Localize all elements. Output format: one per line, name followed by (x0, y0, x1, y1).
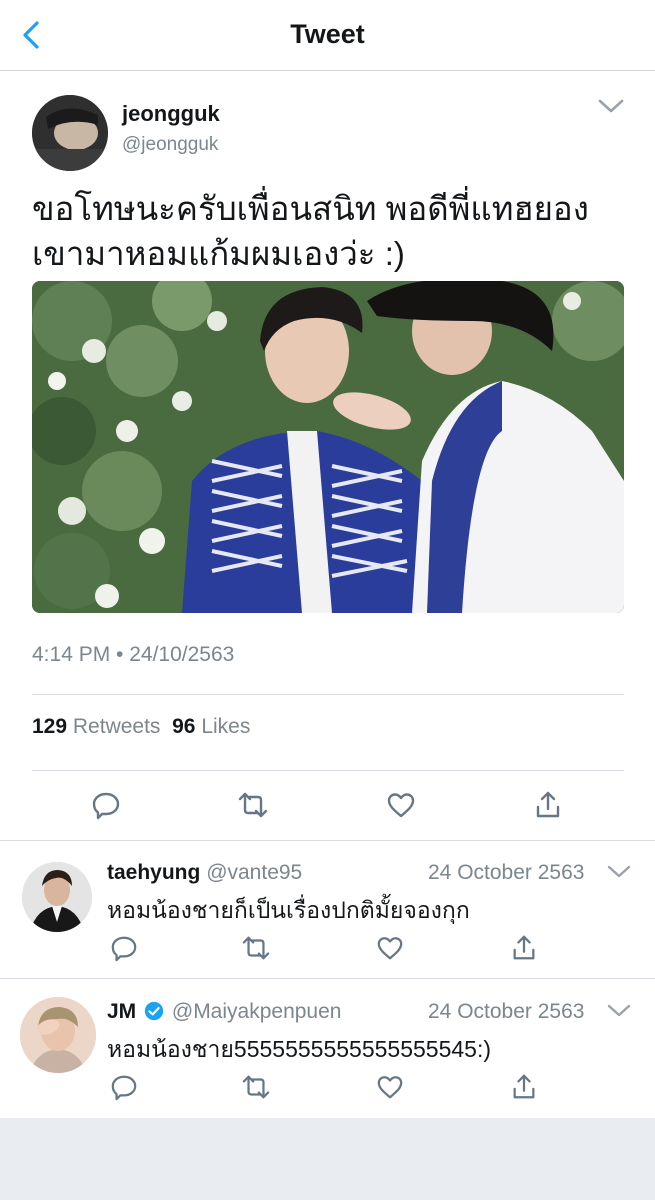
avatar-photo (32, 95, 108, 171)
author-handle[interactable]: @jeongguk (122, 134, 218, 156)
engagement-counts: 129 Retweets 96 Likes (32, 715, 250, 739)
reply-text: หอมน้องชาย5555555555555555545:) (107, 1036, 491, 1062)
share-button[interactable] (532, 789, 564, 821)
reply-icon (92, 792, 120, 820)
avatar-photo (20, 997, 96, 1073)
retweet-button[interactable] (240, 1071, 272, 1103)
retweets-link[interactable]: 129 Retweets (32, 715, 160, 738)
reply-button[interactable] (90, 789, 122, 821)
chevron-down-icon (607, 1004, 631, 1017)
share-icon (513, 1074, 535, 1099)
chevron-down-icon (607, 865, 631, 878)
chevron-down-icon (598, 99, 624, 113)
likes-link[interactable]: 96 Likes (172, 715, 250, 738)
share-button[interactable] (508, 932, 540, 964)
heart-icon (377, 1076, 403, 1099)
reply-avatar[interactable] (22, 862, 92, 932)
photo-illustration (32, 281, 624, 613)
reply-icon (111, 1075, 137, 1101)
retweet-button[interactable] (240, 932, 272, 964)
avatar-photo (22, 862, 92, 932)
likes-label: Likes (201, 715, 251, 738)
like-button[interactable] (374, 932, 406, 964)
reply-author-handle[interactable]: @vante95 (206, 861, 302, 884)
tweet-text: ขอโทษนะครับเพื่อนสนิท พอดีพี่แทฮยอง เขาม… (32, 186, 632, 276)
divider (0, 840, 655, 841)
share-button[interactable] (508, 1071, 540, 1103)
likes-count: 96 (172, 715, 196, 738)
share-icon (513, 935, 535, 960)
retweets-label: Retweets (72, 715, 161, 738)
reply-author-name[interactable]: taehyung (107, 861, 200, 884)
avatar[interactable] (32, 95, 108, 171)
reply-author-name[interactable]: JM (107, 1000, 136, 1023)
heart-icon (387, 793, 415, 818)
divider (32, 770, 624, 771)
share-icon (536, 791, 560, 818)
reply-button[interactable] (108, 932, 140, 964)
like-button[interactable] (385, 789, 417, 821)
reply-text: หอมน้องชายก็เป็นเรื่องปกติมั้ยจองกุก (107, 897, 470, 923)
page-title: Tweet (290, 19, 365, 49)
reply-menu-button[interactable] (606, 1001, 632, 1023)
tweet-photo[interactable] (32, 281, 624, 613)
reply-header: JM @Maiyakpenpuen (107, 1000, 341, 1024)
divider (32, 694, 624, 695)
retweet-icon (242, 1075, 270, 1099)
reply-author-handle[interactable]: @Maiyakpenpuen (172, 1000, 342, 1023)
retweet-icon (238, 792, 268, 818)
tweet-detail-sheet: Tweet jeongguk @jeongguk ขอโทษนะครับเพื่… (0, 0, 655, 1118)
verified-badge-icon (144, 1001, 164, 1021)
tweet-text-line: ขอโทษนะครับเพื่อนสนิท พอดีพี่แทฮยอง (32, 190, 589, 227)
tweet-timestamp: 4:14 PM • 24/10/2563 (32, 643, 235, 666)
tweet-menu-button[interactable] (597, 96, 625, 120)
reply-date: 24 October 2563 (428, 861, 585, 884)
heart-icon (377, 937, 403, 960)
reply-icon (111, 936, 137, 962)
retweet-button[interactable] (237, 789, 269, 821)
divider (0, 978, 655, 979)
reply-button[interactable] (108, 1071, 140, 1103)
reply-menu-button[interactable] (606, 862, 632, 884)
like-button[interactable] (374, 1071, 406, 1103)
reply-date: 24 October 2563 (428, 1000, 585, 1023)
navigation-bar: Tweet (0, 0, 655, 71)
retweet-icon (242, 936, 270, 960)
reply-header: taehyung @vante95 (107, 861, 302, 885)
retweets-count: 129 (32, 715, 68, 738)
author-name[interactable]: jeongguk (122, 101, 220, 127)
tweet-text-line: เขามาหอมแก้มผมเองว่ะ :) (32, 235, 405, 272)
reply-avatar[interactable] (20, 997, 96, 1073)
